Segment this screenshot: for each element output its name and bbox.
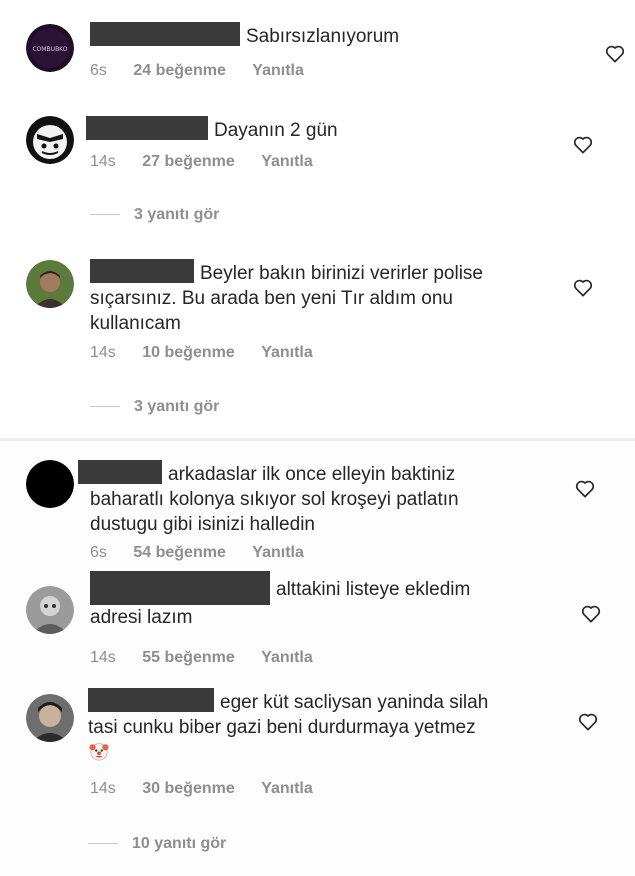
comment-meta: 14s 55 beğenme Yanıtla xyxy=(90,649,335,667)
likes-count[interactable]: 10 beğenme xyxy=(142,344,234,362)
comment-body-line2: baharatlı kolonya sıkıyor sol kroşeyi pa… xyxy=(90,489,459,510)
likes-count[interactable]: 54 beğenme xyxy=(133,544,225,562)
comment-body-line2: adresi lazım xyxy=(90,607,193,628)
comment-body-line1: alttakini listeye ekledim xyxy=(276,579,471,600)
reply-button[interactable]: Yanıtla xyxy=(261,153,313,171)
comment-time: 14s xyxy=(90,153,116,170)
comment-text: Sabırsızlanıyorum xyxy=(90,22,399,49)
likes-count[interactable]: 24 beğenme xyxy=(133,62,225,80)
comment-time: 6s xyxy=(90,62,107,79)
comment-meta: 14s 30 beğenme Yanıtla xyxy=(90,780,335,798)
avatar[interactable] xyxy=(26,116,74,164)
comment-item: COMBUBKO Sabırsızlanıyorum 6s 24 beğenme… xyxy=(0,0,635,100)
comment-time: 14s xyxy=(90,649,116,666)
comment-text: Beyler bakın birinizi verirler polise sı… xyxy=(90,259,530,336)
view-replies-label: 3 yanıtı gör xyxy=(134,206,220,223)
redacted-username xyxy=(90,22,240,46)
redacted-username xyxy=(86,116,208,140)
section-divider xyxy=(0,438,635,441)
clown-face-emoji xyxy=(88,740,110,762)
comment-item: Beyler bakın birinizi verirler polise sı… xyxy=(0,250,635,430)
comment-text: alttakini listeye ekledim adresi lazım xyxy=(90,571,530,630)
comment-item: eger küt sacliysan yaninda silah tasi cu… xyxy=(0,680,635,876)
heart-icon[interactable] xyxy=(572,277,594,297)
likes-count[interactable]: 30 beğenme xyxy=(142,780,234,798)
comment-meta: 14s 27 beğenme Yanıtla xyxy=(90,153,335,171)
replies-line xyxy=(88,843,118,845)
comment-body-line2: sıçarsınız. Bu arada ben yeni Tır aldım … xyxy=(90,288,453,309)
reply-button[interactable]: Yanıtla xyxy=(261,649,313,667)
comment-text: eger küt sacliysan yaninda silah tasi cu… xyxy=(88,688,548,765)
view-replies-label: 3 yanıtı gör xyxy=(134,398,220,415)
comment-body-line3: dustugu gibi isinizi halledin xyxy=(90,514,315,535)
comment-text: Dayanın 2 gün xyxy=(86,116,338,143)
comment-meta: 6s 54 beğenme Yanıtla xyxy=(90,544,326,562)
heart-icon[interactable] xyxy=(577,711,599,731)
comment-body-line3: kullanıcam xyxy=(90,313,181,334)
likes-count[interactable]: 27 beğenme xyxy=(142,153,234,171)
reply-button[interactable]: Yanıtla xyxy=(261,344,313,362)
reply-button[interactable]: Yanıtla xyxy=(252,544,304,562)
view-replies-link[interactable]: 3 yanıtı gör xyxy=(90,398,219,416)
comment-body-line1: arkadaslar ilk once elleyin baktiniz xyxy=(168,464,456,485)
reply-button[interactable]: Yanıtla xyxy=(261,780,313,798)
comment-item: alttakini listeye ekledim adresi lazım 1… xyxy=(0,565,635,675)
reply-button[interactable]: Yanıtla xyxy=(252,62,304,80)
avatar[interactable]: COMBUBKO xyxy=(26,24,74,72)
redacted-username xyxy=(90,571,270,605)
replies-line xyxy=(90,406,120,408)
avatar[interactable] xyxy=(26,260,74,308)
view-replies-label: 10 yanıtı gör xyxy=(132,835,227,852)
comment-time: 14s xyxy=(90,344,116,361)
avatar[interactable] xyxy=(26,586,74,634)
view-replies-link[interactable]: 10 yanıtı gör xyxy=(88,835,226,853)
redacted-username xyxy=(78,460,162,484)
avatar[interactable] xyxy=(26,460,74,508)
avatar-label: COMBUBKO xyxy=(32,46,67,53)
replies-line xyxy=(90,214,120,216)
comment-time: 6s xyxy=(90,544,107,561)
comment-text: arkadaslar ilk once elleyin baktiniz bah… xyxy=(78,460,538,537)
comment-meta: 6s 24 beğenme Yanıtla xyxy=(90,62,326,80)
likes-count[interactable]: 55 beğenme xyxy=(142,649,234,667)
view-replies-link[interactable]: 3 yanıtı gör xyxy=(90,206,219,224)
redacted-username xyxy=(90,259,194,283)
avatar[interactable] xyxy=(26,694,74,742)
heart-icon[interactable] xyxy=(572,134,594,154)
heart-icon[interactable] xyxy=(604,43,626,63)
comment-body-line1: eger küt sacliysan yaninda silah xyxy=(220,692,489,713)
comment-item: arkadaslar ilk once elleyin baktiniz bah… xyxy=(0,450,635,570)
comment-body: Sabırsızlanıyorum xyxy=(246,26,400,47)
heart-icon[interactable] xyxy=(580,603,602,623)
comment-time: 14s xyxy=(90,780,116,797)
redacted-username xyxy=(88,688,214,712)
comment-body: Dayanın 2 gün xyxy=(214,120,338,141)
heart-icon[interactable] xyxy=(574,478,596,498)
comment-item: Dayanın 2 gün 14s 27 beğenme Yanıtla 3 y… xyxy=(0,100,635,240)
comment-body-line2: tasi cunku biber gazi beni durdurmaya ye… xyxy=(88,717,476,738)
comment-meta: 14s 10 beğenme Yanıtla xyxy=(90,344,335,362)
comment-body-line1: Beyler bakın birinizi verirler polise xyxy=(200,263,483,284)
